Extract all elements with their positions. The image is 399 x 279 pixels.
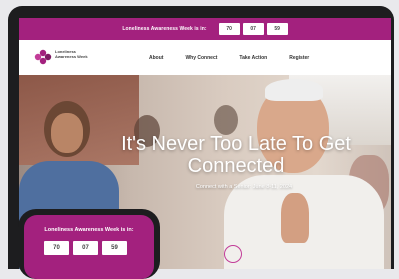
countdown-days: 70: [218, 23, 240, 35]
man-hair: [265, 79, 323, 101]
nav-item-take-action[interactable]: Take Action: [239, 55, 267, 61]
phone-countdown-minutes: 59: [102, 241, 127, 255]
countdown-timer: 70 07 59: [218, 23, 288, 35]
hero-title: It's Never Too Late To Get Connected: [121, 133, 351, 177]
woman-face: [51, 113, 83, 153]
praying-hands: [281, 193, 309, 243]
phone-countdown-days: 70: [44, 241, 69, 255]
flower-logo-icon: [34, 49, 52, 65]
phone-countdown-timer: 70 07 59: [44, 241, 127, 255]
phone-banner-text: Loneliness Awareness Week is in:: [44, 227, 134, 233]
countdown-hours: 07: [242, 23, 264, 35]
hero-subtitle: Connect with a Senior: June 8-11, 2024: [195, 184, 293, 190]
nav-item-why-connect[interactable]: Why Connect: [185, 55, 217, 61]
main-navigation: Loneliness Awareness Week About Why Conn…: [19, 40, 391, 75]
logo-text: Loneliness Awareness Week: [55, 49, 88, 59]
nav-item-about[interactable]: About: [149, 55, 163, 61]
circle-icon[interactable]: [224, 245, 242, 263]
countdown-banner: Loneliness Awareness Week is in: 70 07 5…: [19, 18, 391, 40]
phone-screen: Loneliness Awareness Week is in: 70 07 5…: [24, 215, 154, 279]
countdown-banner-text: Loneliness Awareness Week is in:: [122, 26, 207, 32]
countdown-minutes: 59: [266, 23, 288, 35]
background-person: [214, 105, 238, 135]
nav-menu: About Why Connect Take Action Register: [149, 40, 309, 75]
nav-item-register[interactable]: Register: [289, 55, 309, 61]
site-logo[interactable]: Loneliness Awareness Week: [34, 46, 94, 68]
phone-countdown-hours: 07: [73, 241, 98, 255]
